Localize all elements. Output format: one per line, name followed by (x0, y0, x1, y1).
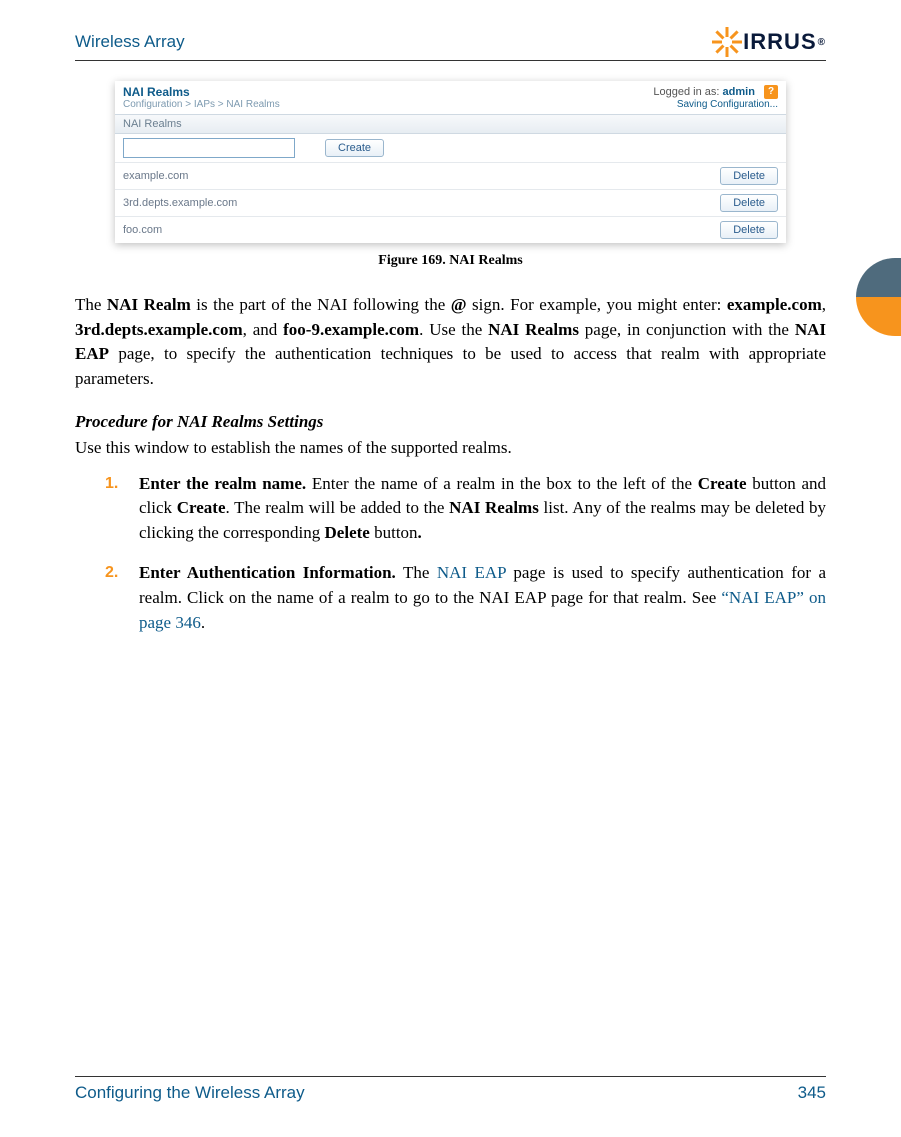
step-number: 2. (105, 561, 118, 584)
saving-status: Saving Configuration... (677, 99, 778, 110)
realm-link[interactable]: example.com (123, 170, 188, 182)
table-row: example.com Delete (115, 163, 786, 190)
registered-mark: ® (818, 37, 826, 48)
delete-button[interactable]: Delete (720, 221, 778, 239)
realm-name-input[interactable] (123, 138, 295, 158)
create-row: Create (115, 134, 786, 163)
header-title: Wireless Array (75, 32, 185, 52)
brand-logo: IRRUS ® (713, 28, 826, 56)
procedure-intro: Use this window to establish the names o… (75, 438, 826, 458)
realm-link[interactable]: 3rd.depts.example.com (123, 197, 237, 209)
intro-paragraph: The NAI Realm is the part of the NAI fol… (75, 293, 826, 392)
figure-caption: Figure 169. NAI Realms (75, 253, 826, 269)
side-tab-icon (856, 258, 901, 336)
breadcrumb: Configuration > IAPs > NAI Realms (123, 99, 280, 110)
page-header: Wireless Array IRRUS ® (75, 28, 826, 61)
help-icon[interactable]: ? (764, 85, 778, 99)
page-footer: Configuring the Wireless Array 345 (75, 1076, 826, 1103)
step-number: 1. (105, 472, 118, 495)
logo-text: IRRUS (743, 29, 816, 55)
step-2: 2. Enter Authentication Information. The… (105, 561, 826, 635)
list-header: NAI Realms (115, 114, 786, 134)
login-status: Logged in as: admin ? (653, 85, 778, 99)
footer-section: Configuring the Wireless Array (75, 1083, 305, 1103)
login-prefix: Logged in as: (653, 86, 722, 98)
logo-burst-icon (713, 28, 741, 56)
table-row: foo.com Delete (115, 217, 786, 243)
procedure-heading: Procedure for NAI Realms Settings (75, 412, 826, 432)
step-1: 1. Enter the realm name. Enter the name … (105, 472, 826, 546)
nai-realms-panel: NAI Realms Logged in as: admin ? Configu… (115, 81, 786, 243)
delete-button[interactable]: Delete (720, 167, 778, 185)
login-user: admin (723, 86, 755, 98)
table-row: 3rd.depts.example.com Delete (115, 190, 786, 217)
realm-link[interactable]: foo.com (123, 224, 162, 236)
nai-eap-link[interactable]: NAI EAP (437, 563, 506, 582)
create-button[interactable]: Create (325, 139, 384, 157)
page-number: 345 (798, 1083, 826, 1103)
panel-title: NAI Realms (123, 85, 190, 99)
delete-button[interactable]: Delete (720, 194, 778, 212)
